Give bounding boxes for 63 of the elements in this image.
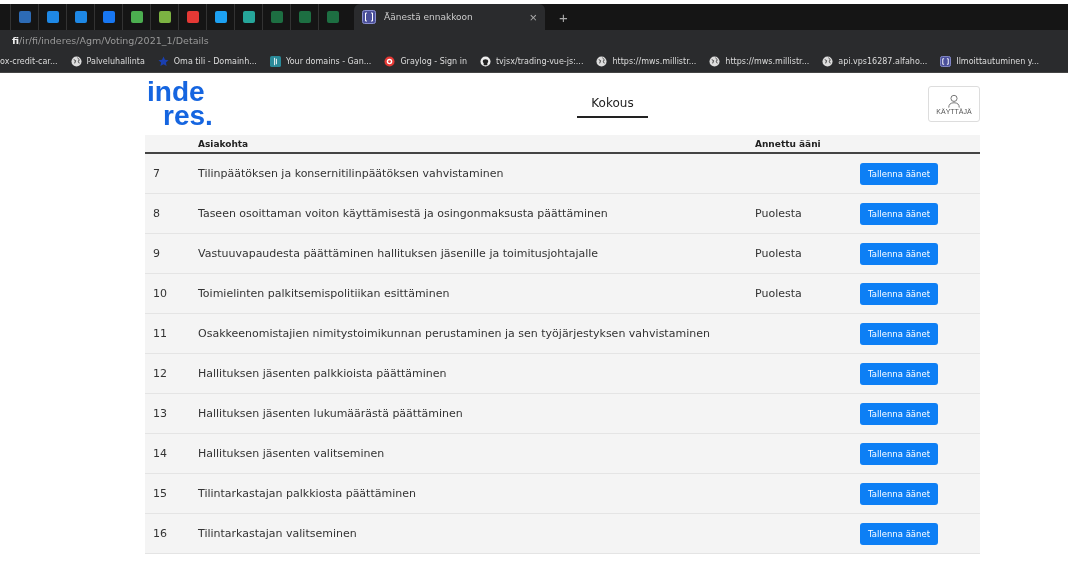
save-votes-button[interactable]: Tallenna äänet — [860, 282, 938, 305]
browser-tab[interactable]: Äänestä ennakkoon × — [354, 4, 545, 30]
new-tab-button[interactable]: + — [559, 8, 568, 26]
save-votes-button[interactable]: Tallenna äänet — [860, 322, 938, 345]
agenda-item: Hallituksen jäsenten palkkioista päättäminen — [198, 367, 448, 380]
tab-title: Äänestä ennakkoon — [384, 12, 474, 22]
save-votes-button[interactable]: Tallenna äänet — [860, 242, 938, 265]
agenda-item: Hallituksen jäsenten valitseminen — [198, 447, 386, 460]
row-number: 9 — [152, 247, 161, 260]
agenda-item: Tilintarkastajan valitseminen — [198, 527, 358, 540]
save-votes-button[interactable]: Tallenna äänet — [860, 442, 938, 465]
save-votes-button[interactable]: Tallenna äänet — [860, 362, 938, 385]
row-number: 14 — [152, 447, 168, 460]
save-votes-button[interactable]: Tallenna äänet — [860, 482, 938, 505]
agenda-item: Toimielinten palkitsemispolitiikan esittäminen — [198, 287, 451, 300]
target-icon — [384, 55, 396, 67]
bookmark-link[interactable]: https://mws.millistr... — [596, 55, 697, 67]
bookmark-link[interactable]: https://mws.millistr... — [709, 55, 810, 67]
row-number: 16 — [152, 527, 168, 540]
bookmark-link[interactable]: tvjsx/trading-vue-js:... — [480, 55, 584, 67]
address-bar[interactable]: fi/ir/fi/inderes/Agm/Voting/2021_1/Details — [0, 30, 1068, 50]
url-text: fi/ir/fi/inderes/Agm/Voting/2021_1/Details — [12, 34, 209, 46]
agenda-item: Tilintarkastajan palkkiosta päättäminen — [198, 487, 417, 500]
bookmark-link[interactable]: ox-credit-car... — [0, 56, 58, 66]
column-header: Annettu ääni — [755, 138, 822, 149]
row-number: 8 — [152, 207, 161, 220]
save-votes-button[interactable]: Tallenna äänet — [860, 402, 938, 425]
row-number: 11 — [152, 327, 168, 340]
close-tab-button[interactable]: × — [529, 9, 537, 25]
bookmark-link[interactable]: Graylog - Sign in — [384, 55, 467, 67]
row-number: 10 — [152, 287, 168, 300]
tile-icon — [269, 55, 281, 67]
globe-icon — [709, 55, 721, 67]
save-votes-button[interactable]: Tallenna äänet — [860, 202, 938, 225]
agenda-item: Hallituksen jäsenten lukumäärästä päättäminen — [198, 407, 464, 420]
star-icon — [157, 55, 169, 67]
row-number: 15 — [152, 487, 168, 500]
row-number: 13 — [152, 407, 168, 420]
agenda-item: Vastuuvapaudesta päättäminen hallituksen jäsenille ja toimitusjohtajalle — [198, 247, 600, 260]
save-votes-button[interactable]: Tallenna äänet — [860, 522, 938, 545]
vote-value: Puolesta — [755, 247, 802, 260]
globe-icon — [822, 55, 834, 67]
agenda-item: Taseen osoittaman voiton käyttämisestä ja osingonmaksusta päättäminen — [198, 207, 609, 220]
bracket-icon — [940, 55, 952, 67]
vote-value: Puolesta — [755, 207, 802, 220]
bookmark-link[interactable]: Oma tili - Domainh... — [157, 55, 257, 67]
row-number: 12 — [152, 367, 168, 380]
row-number: 7 — [152, 167, 161, 180]
agenda-item: Tilinpäätöksen ja konsernitilinpäätöksen vahvistaminen — [198, 167, 505, 180]
agenda-item: Osakkeenomistajien nimitystoimikunnan perustaminen ja sen työjärjestyksen vahvistaminen — [198, 327, 711, 340]
bookmark-link[interactable]: Palveluhallinta — [70, 55, 145, 67]
logo[interactable]: inde res. — [147, 80, 237, 128]
bookmark-link[interactable]: api.vps16287.alfaho... — [822, 55, 928, 67]
bracket-icon — [362, 10, 376, 24]
globe-icon — [596, 55, 608, 67]
column-header: Asiakohta — [198, 138, 250, 149]
bookmark-link[interactable]: Your domains - Gan... — [269, 55, 372, 67]
globe-icon — [70, 55, 82, 67]
bookmark-link[interactable]: Ilmoittautuminen y... — [940, 55, 1040, 67]
user-icon — [947, 93, 961, 108]
nav-tab[interactable]: Kokous — [577, 90, 648, 118]
vote-value: Puolesta — [755, 287, 802, 300]
save-votes-button[interactable]: Tallenna äänet — [860, 162, 938, 185]
